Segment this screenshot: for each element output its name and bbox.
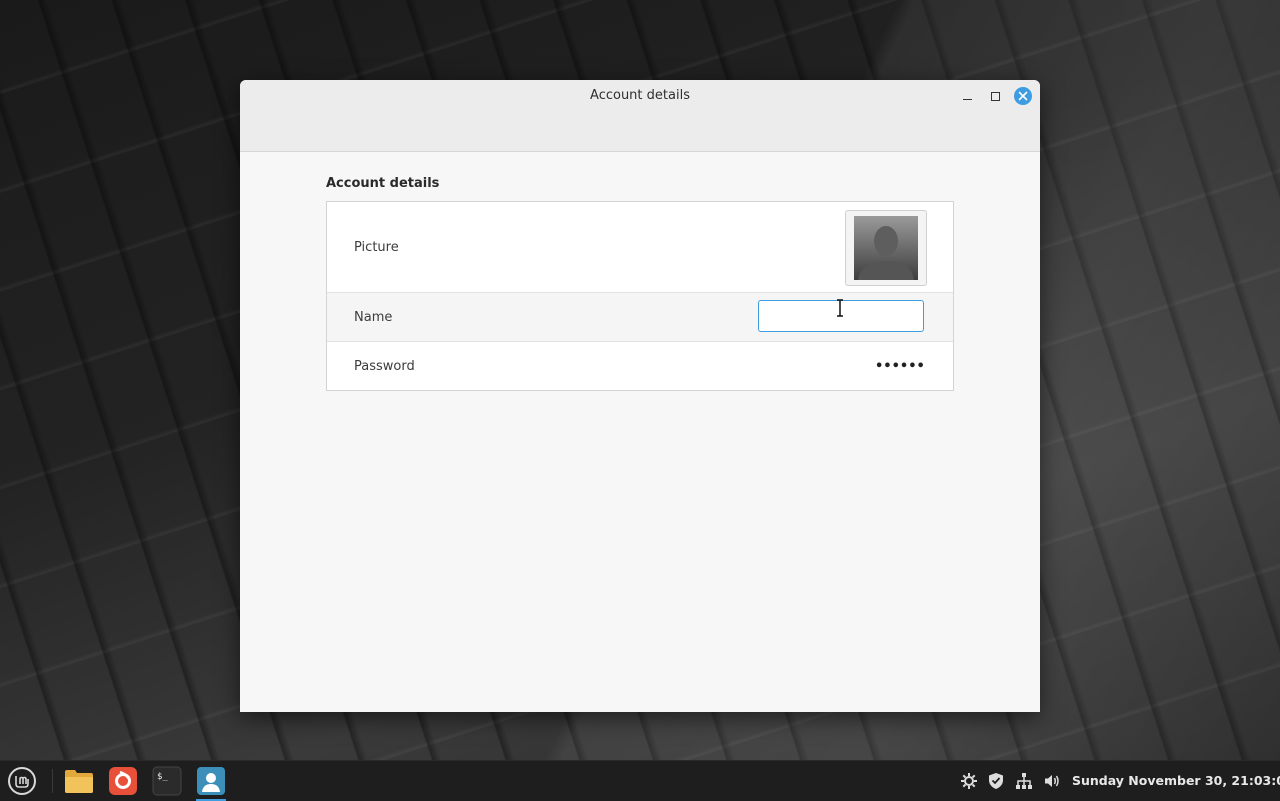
clock[interactable]: Sunday November 30, 21:03:01: [1072, 773, 1280, 788]
volume-tray[interactable]: [1043, 772, 1061, 790]
taskbar-separator: [52, 769, 53, 793]
account-details-window: Account details Account details Picture: [240, 80, 1040, 712]
text-cursor-icon: [837, 299, 843, 317]
terminal-icon: $_: [152, 766, 182, 796]
firefox-browser-icon: [109, 767, 137, 795]
name-label: Name: [354, 309, 393, 325]
name-row: Name: [327, 293, 953, 342]
password-row[interactable]: Password ••••••: [327, 342, 953, 390]
files-folder-icon: [65, 770, 93, 793]
section-title: Account details: [326, 176, 440, 191]
linux-mint-menu-icon: [8, 767, 36, 795]
shield-icon: [989, 773, 1003, 789]
avatar-button[interactable]: [845, 210, 927, 286]
picture-label: Picture: [354, 239, 399, 255]
close-button[interactable]: [1014, 87, 1032, 105]
picture-row: Picture: [327, 202, 953, 293]
window-title: Account details: [590, 88, 690, 103]
terminal-launcher[interactable]: $_: [150, 764, 184, 798]
avatar: [854, 216, 918, 280]
maximize-button[interactable]: [986, 87, 1004, 105]
account-details-launcher[interactable]: [194, 764, 228, 801]
taskbar: $_ Sunday November 30, 21:03:01: [0, 760, 1280, 801]
account-details-icon: [197, 767, 225, 795]
system-settings-tray[interactable]: [960, 772, 978, 790]
minimize-icon: [962, 98, 972, 100]
network-icon: [1016, 773, 1032, 789]
firefox-launcher[interactable]: [106, 764, 140, 798]
system-settings-icon: [961, 773, 977, 789]
security-tray[interactable]: [987, 772, 1005, 790]
account-details-card: Picture Name Password ••••••: [326, 201, 954, 391]
svg-text:$_: $_: [157, 772, 168, 782]
password-label: Password: [354, 358, 415, 374]
password-value[interactable]: ••••••: [875, 359, 925, 374]
menu-button[interactable]: [5, 764, 39, 798]
maximize-icon: [990, 91, 1000, 101]
files-launcher[interactable]: [62, 764, 96, 798]
minimize-button[interactable]: [958, 87, 976, 105]
network-tray[interactable]: [1015, 772, 1033, 790]
window-titlebar[interactable]: Account details: [240, 80, 1040, 152]
close-icon: [1018, 91, 1028, 101]
volume-icon: [1045, 775, 1059, 787]
